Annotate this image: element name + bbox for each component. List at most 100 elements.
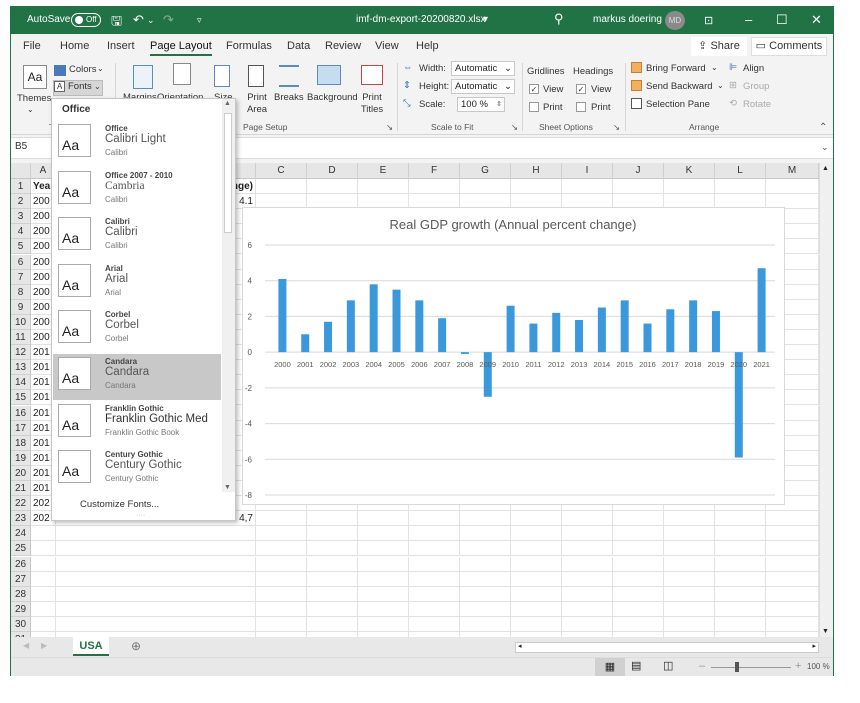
row-header[interactable]: 17 — [11, 420, 31, 436]
cell[interactable] — [613, 179, 664, 194]
resize-handle[interactable]: ···· — [136, 512, 145, 519]
row-header[interactable]: 25 — [11, 541, 31, 557]
print-area-button[interactable]: Print Area — [240, 92, 274, 116]
row-header[interactable]: 19 — [11, 450, 31, 466]
cell[interactable] — [613, 526, 664, 542]
bar-2015[interactable] — [620, 300, 629, 353]
bar-2019[interactable] — [711, 311, 720, 353]
cell[interactable] — [766, 511, 819, 527]
cell[interactable] — [409, 601, 460, 617]
colors-button[interactable]: Colors — [69, 64, 96, 75]
cell[interactable] — [307, 601, 358, 617]
cell[interactable] — [511, 601, 562, 617]
cell[interactable] — [56, 601, 256, 617]
cell[interactable] — [715, 586, 766, 602]
bring-forward-button[interactable]: Bring Forward — [646, 63, 706, 74]
row-header[interactable]: 1 — [11, 179, 31, 194]
cell[interactable] — [562, 601, 613, 617]
column-header-c[interactable]: C — [256, 163, 307, 179]
tab-file[interactable]: File — [23, 40, 41, 52]
row-header[interactable]: 4 — [11, 224, 31, 240]
selection-pane-button[interactable]: Selection Pane — [646, 99, 710, 110]
tab-formulas[interactable]: Formulas — [226, 40, 272, 52]
gridlines-print-checkbox[interactable] — [529, 102, 539, 112]
cell[interactable] — [664, 511, 715, 527]
cell[interactable] — [256, 541, 307, 557]
cell[interactable] — [613, 556, 664, 572]
cell[interactable] — [511, 511, 562, 527]
row-header[interactable]: 29 — [11, 601, 31, 617]
cell[interactable] — [664, 571, 715, 587]
cell[interactable] — [256, 179, 307, 194]
zoom-out-icon[interactable]: – — [699, 660, 705, 672]
cell[interactable] — [358, 616, 409, 632]
cell[interactable] — [256, 511, 307, 527]
cell[interactable] — [613, 541, 664, 557]
bar-2014[interactable] — [597, 307, 606, 353]
cell[interactable] — [307, 179, 358, 194]
background-button[interactable]: Background — [307, 92, 358, 103]
cell[interactable] — [307, 571, 358, 587]
maximize-icon[interactable]: ☐ — [776, 12, 788, 28]
zoom-in-icon[interactable]: + — [795, 660, 801, 672]
column-header-g[interactable]: G — [460, 163, 511, 179]
undo-dropdown-icon[interactable]: ⌄ — [147, 15, 155, 26]
cell[interactable] — [409, 541, 460, 557]
cell[interactable] — [56, 541, 256, 557]
cell[interactable] — [766, 586, 819, 602]
share-button[interactable]: ⇪ Share — [691, 37, 747, 56]
column-header-k[interactable]: K — [664, 163, 715, 179]
scale-to-fit-launcher-icon[interactable]: ↘ — [511, 122, 518, 133]
bar-2008[interactable] — [460, 352, 469, 354]
cell[interactable] — [358, 586, 409, 602]
breaks-button[interactable]: Breaks — [274, 92, 304, 103]
cell[interactable] — [409, 526, 460, 542]
cell[interactable] — [256, 586, 307, 602]
tab-home[interactable]: Home — [60, 40, 89, 52]
column-header-m[interactable]: M — [766, 163, 819, 179]
undo-icon[interactable]: ↶ — [133, 12, 144, 28]
row-header[interactable]: 12 — [11, 345, 31, 361]
cell[interactable] — [511, 586, 562, 602]
chevron-down-icon[interactable]: ⌄ — [717, 81, 724, 90]
cell[interactable] — [56, 586, 256, 602]
font-theme-item-calibri[interactable]: Aa Calibri Calibri Calibri — [53, 214, 221, 260]
cell[interactable] — [358, 541, 409, 557]
page-break-view-icon[interactable]: ◫ — [663, 659, 673, 672]
font-theme-item-corbel[interactable]: Aa Corbel Corbel Corbel — [53, 307, 221, 353]
cell[interactable] — [664, 179, 715, 194]
cell[interactable] — [358, 571, 409, 587]
fonts-button[interactable]: A Fonts ⌄ — [53, 80, 103, 96]
cell[interactable] — [460, 541, 511, 557]
cell[interactable] — [56, 616, 256, 632]
comments-button[interactable]: ▭ Comments — [751, 37, 827, 56]
column-header-e[interactable]: E — [358, 163, 409, 179]
row-header[interactable]: 8 — [11, 284, 31, 300]
cell[interactable] — [358, 179, 409, 194]
next-sheet-icon[interactable]: ▶ — [41, 641, 47, 650]
normal-view-icon[interactable]: ▦ — [595, 658, 625, 676]
cell[interactable] — [31, 556, 56, 572]
scroll-left-icon[interactable]: ◂ — [518, 642, 522, 650]
row-header[interactable]: 26 — [11, 556, 31, 572]
filename-caret-icon[interactable]: ▾ — [483, 14, 488, 25]
select-all-corner[interactable] — [11, 163, 31, 179]
cell[interactable] — [766, 179, 819, 194]
cell[interactable] — [664, 601, 715, 617]
cell[interactable] — [307, 616, 358, 632]
bar-2001[interactable] — [301, 334, 310, 353]
align-button[interactable]: Align — [743, 63, 764, 74]
font-theme-item-arial[interactable]: Aa Arial Arial Arial — [53, 261, 221, 307]
cell[interactable] — [460, 586, 511, 602]
cell[interactable] — [460, 556, 511, 572]
cell[interactable] — [256, 616, 307, 632]
cell[interactable] — [409, 571, 460, 587]
cell[interactable] — [562, 511, 613, 527]
font-theme-item-century-gothic[interactable]: Aa Century Gothic Century Gothic Century Go… — [53, 447, 221, 493]
name-box[interactable]: B5 — [15, 141, 27, 152]
cell[interactable] — [562, 541, 613, 557]
cell[interactable] — [460, 526, 511, 542]
cell[interactable] — [511, 526, 562, 542]
page-setup-launcher-icon[interactable]: ↘ — [386, 122, 393, 133]
cell[interactable] — [613, 511, 664, 527]
